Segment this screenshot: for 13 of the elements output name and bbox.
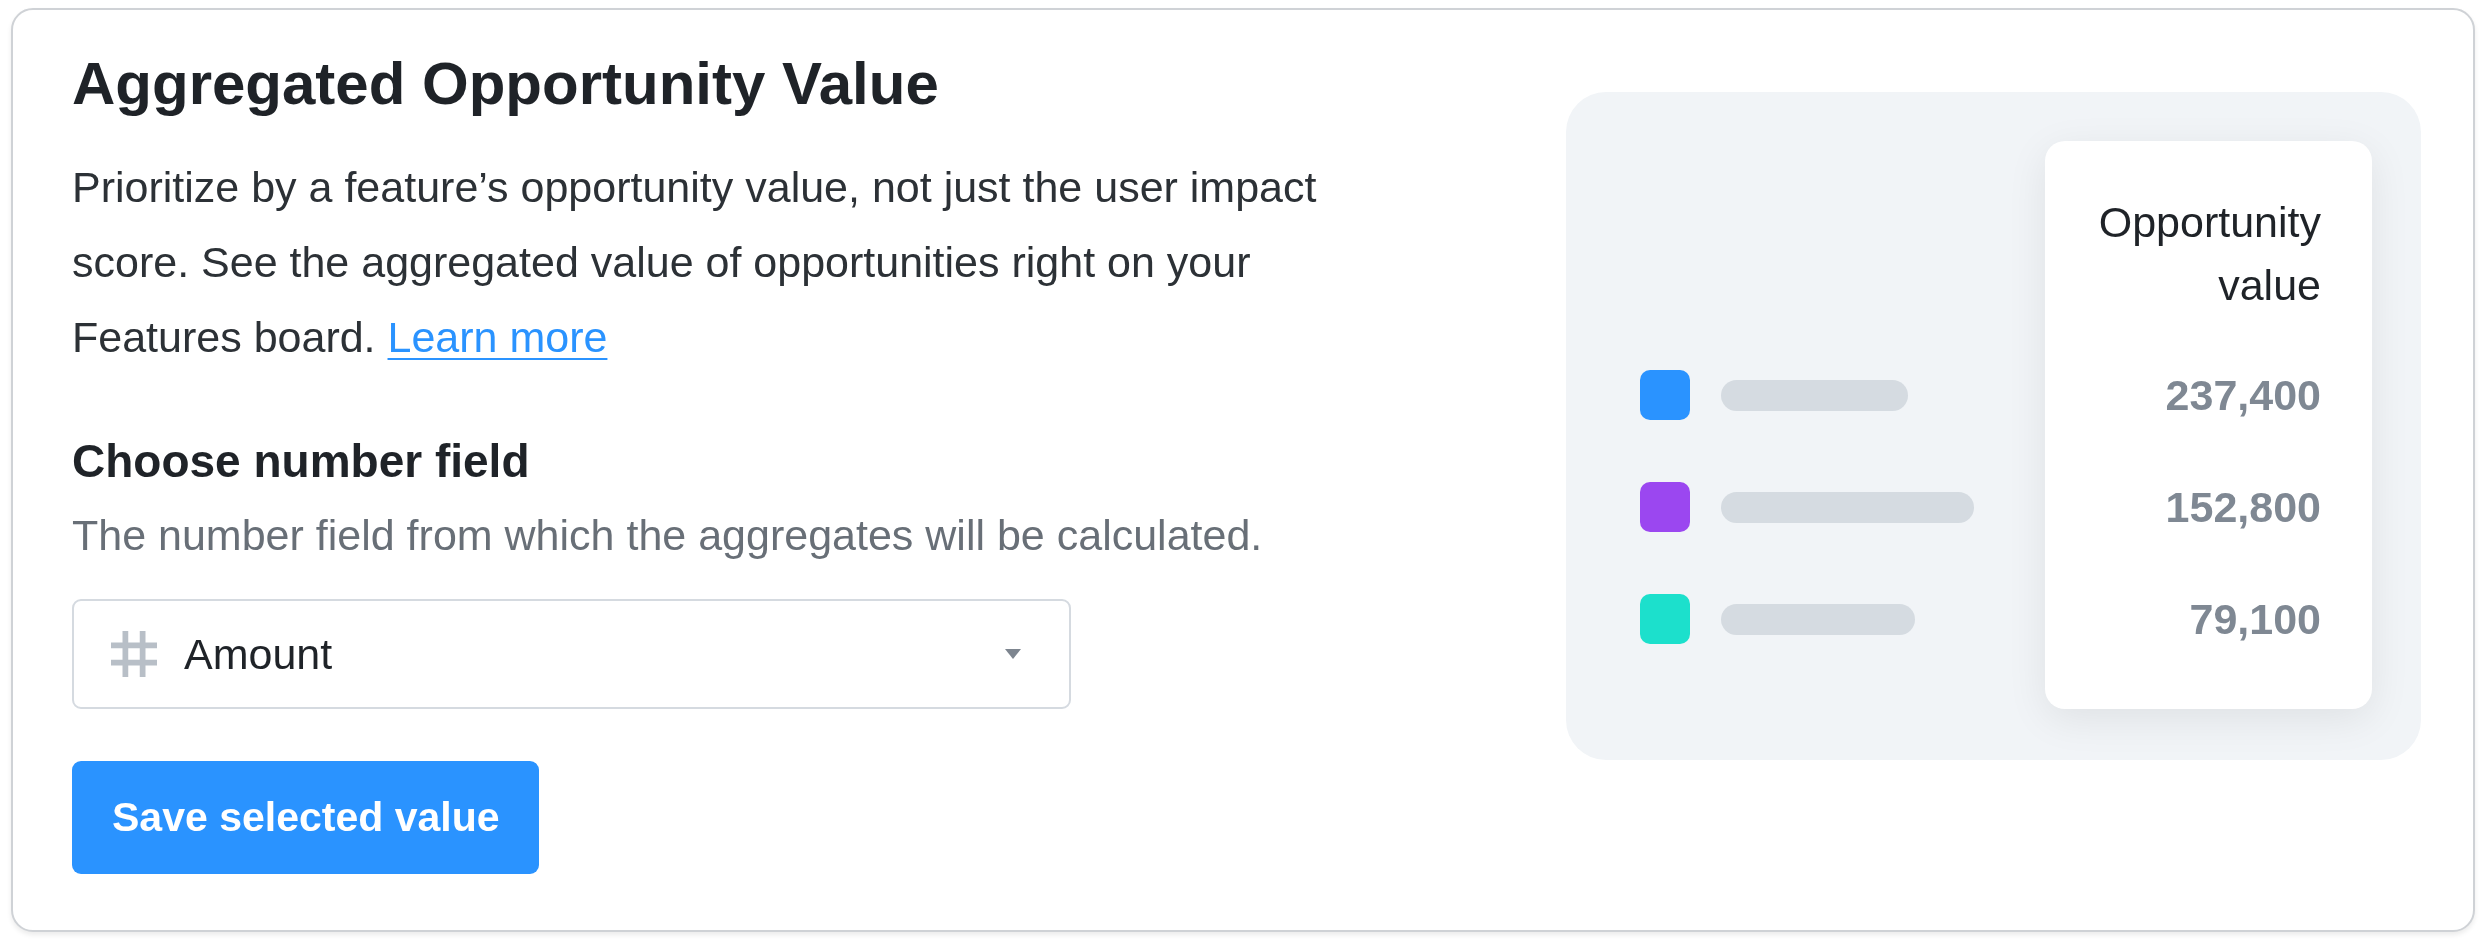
- learn-more-link[interactable]: Learn more: [387, 313, 608, 361]
- hash-icon: [111, 631, 157, 677]
- caret-icon: [1005, 649, 1021, 659]
- opportunity-value: 237,400: [2165, 369, 2321, 421]
- description-text: Prioritize by a feature’s opportunity value, not just the user impact score. See the aggregated value of opportunities right on your Features board. Learn more: [72, 162, 1318, 363]
- card-title: Aggregated Opportunity Value: [72, 50, 939, 118]
- number-field-select[interactable]: Amount: [72, 599, 1071, 709]
- opportunity-value: 79,100: [2189, 593, 2321, 645]
- opportunity-value: 152,800: [2165, 481, 2321, 533]
- save-button[interactable]: Save selected value: [72, 761, 540, 874]
- help-text: The number field from which the aggregates will be calculated.: [72, 510, 1263, 561]
- section-heading: Choose number field: [72, 435, 530, 487]
- column-heading: Opportunity value: [2097, 197, 2321, 311]
